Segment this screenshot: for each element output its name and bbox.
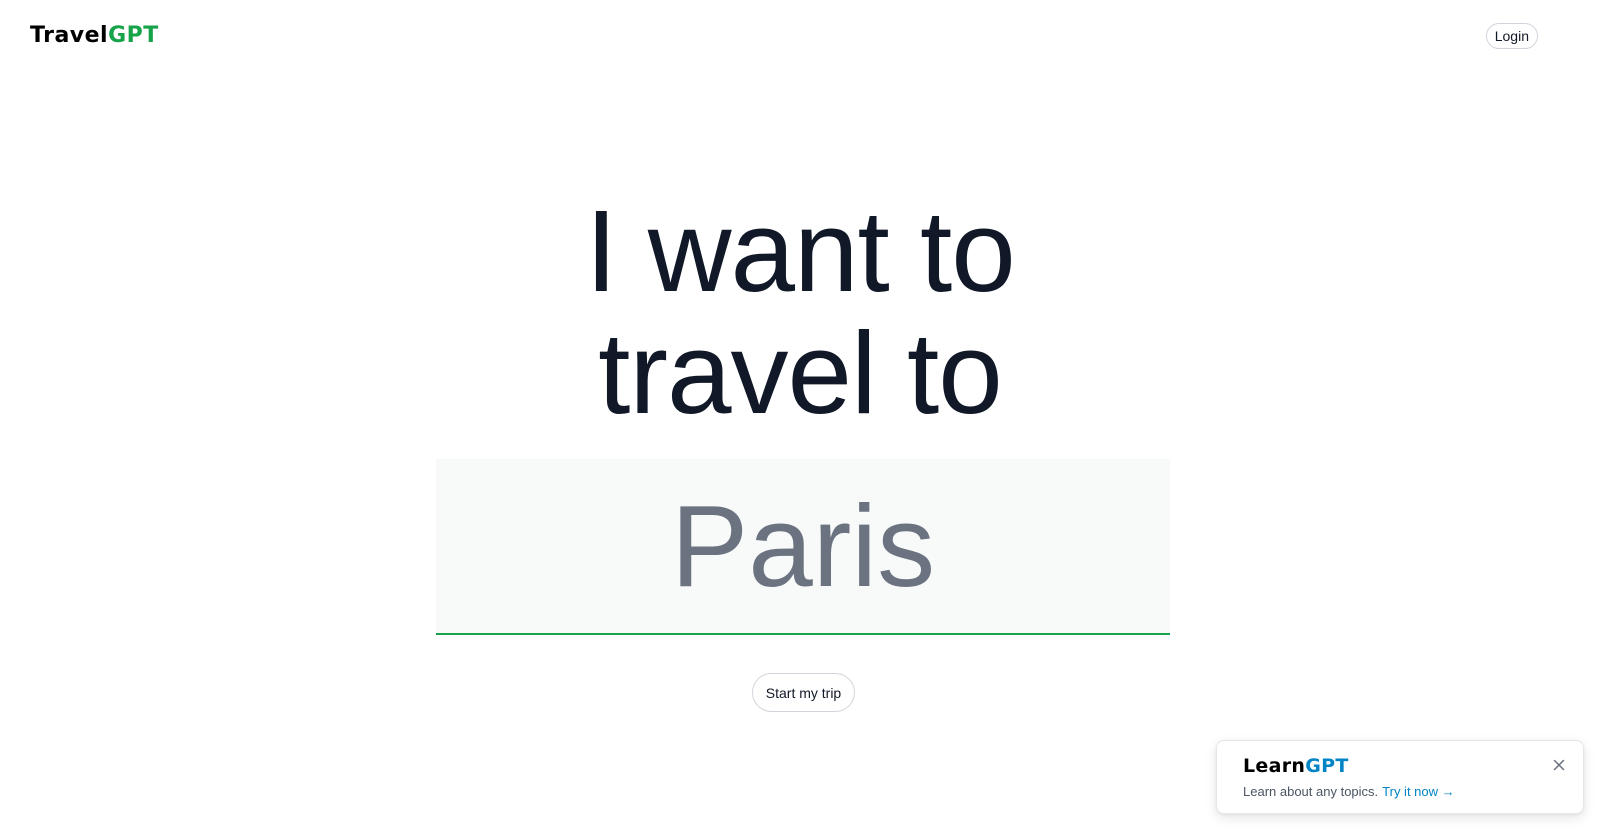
login-button[interactable]: Login: [1485, 23, 1538, 49]
headline-line-2: travel to: [598, 308, 1003, 438]
start-trip-button[interactable]: Start my trip: [752, 673, 855, 712]
close-icon[interactable]: [1551, 757, 1567, 773]
page: TravelGPT Login I want to travel to Star…: [0, 0, 1600, 834]
close-icon-svg: [1553, 759, 1565, 771]
promo-title-main: Learn: [1243, 755, 1306, 777]
promo-title: LearnGPT: [1243, 755, 1349, 777]
promo-title-accent: GPT: [1305, 755, 1349, 777]
travelgpt-logo[interactable]: TravelGPT: [30, 22, 159, 50]
headline-line-1: I want to: [585, 186, 1015, 316]
logo-text-main: Travel: [30, 23, 109, 48]
headline: I want to travel to: [0, 190, 1600, 434]
hero: I want to travel to: [0, 190, 1600, 434]
promo-description: Learn about any topics. Try it now →: [1243, 783, 1455, 801]
try-it-now-link[interactable]: Try it now →: [1382, 784, 1454, 799]
destination-field: [436, 459, 1170, 635]
promo-description-text: Learn about any topics.: [1243, 784, 1379, 799]
destination-input[interactable]: [436, 459, 1170, 633]
learngpt-promo-card: LearnGPT Learn about any topics. Try it n…: [1216, 740, 1584, 814]
logo-text-accent: GPT: [108, 23, 159, 48]
